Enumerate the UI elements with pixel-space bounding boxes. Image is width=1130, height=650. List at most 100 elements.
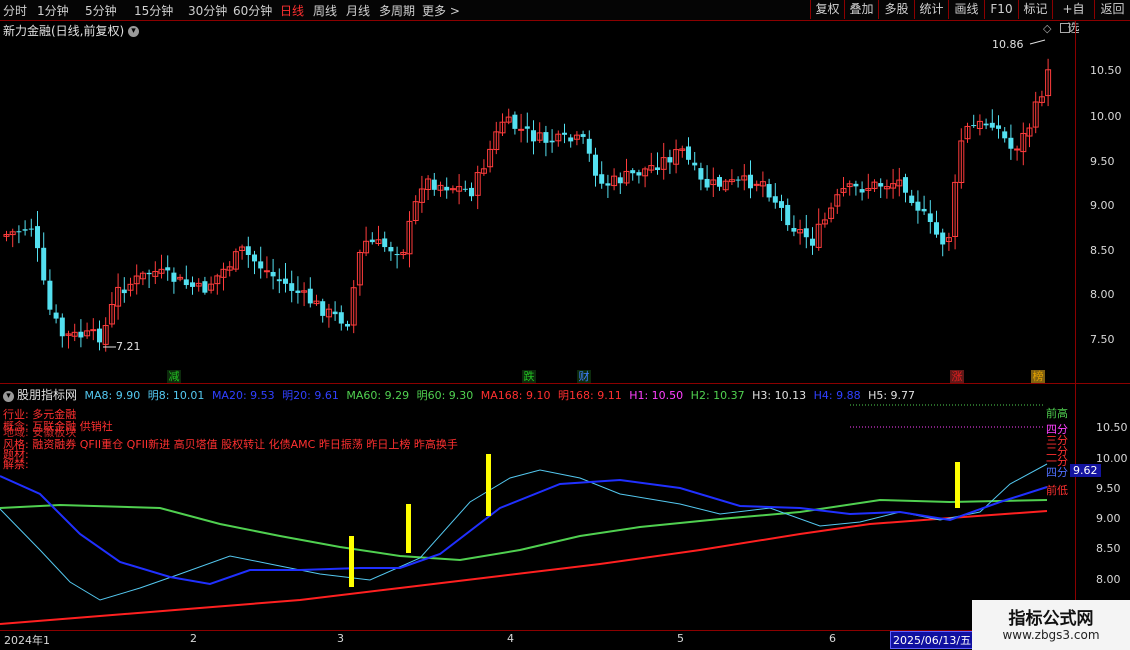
f10-button[interactable]: F10 bbox=[984, 0, 1018, 19]
candle-body bbox=[996, 125, 1001, 129]
add-watchlist-button[interactable]: +自选 bbox=[1052, 0, 1094, 35]
candle-body bbox=[971, 125, 977, 127]
candle-body bbox=[295, 290, 301, 293]
price-tick: 10.50 bbox=[1090, 64, 1122, 77]
signal-bar bbox=[349, 536, 354, 587]
candle-body bbox=[698, 168, 704, 180]
candle-body bbox=[338, 312, 344, 324]
date-label: 4 bbox=[507, 632, 514, 645]
candle-body bbox=[543, 132, 549, 143]
candle-body bbox=[859, 189, 865, 193]
candle-body bbox=[258, 261, 264, 269]
price-tick: 10.00 bbox=[1090, 110, 1122, 123]
candle-body bbox=[549, 140, 555, 143]
candle-body bbox=[41, 247, 47, 281]
period-tab-daily[interactable]: 日线 bbox=[280, 2, 304, 19]
high-pointer-line bbox=[1029, 39, 1046, 45]
date-label: 5 bbox=[677, 632, 684, 645]
period-tab-30min[interactable]: 30分钟 bbox=[188, 2, 227, 19]
multi-stock-button[interactable]: 多股 bbox=[878, 0, 914, 19]
unlock-info: 解禁: bbox=[3, 458, 29, 471]
period-tab-more[interactable]: 更多 > bbox=[422, 2, 460, 19]
candle-body bbox=[735, 179, 741, 181]
ma168-line bbox=[0, 510, 1048, 625]
candle-body bbox=[388, 247, 394, 252]
indicator-tick: 9.00 bbox=[1096, 512, 1121, 525]
candle-body bbox=[171, 272, 177, 282]
stats-button[interactable]: 统计 bbox=[914, 0, 948, 19]
candle-body bbox=[748, 174, 753, 189]
candle-body bbox=[345, 323, 350, 327]
candle-body bbox=[605, 183, 611, 186]
candle-body bbox=[983, 123, 989, 126]
candle-body bbox=[599, 174, 605, 184]
candle-body bbox=[97, 328, 102, 343]
candle-body bbox=[568, 137, 574, 142]
candle-body bbox=[779, 201, 784, 208]
marker-label: 减 bbox=[168, 370, 180, 383]
period-tab-multi[interactable]: 多周期 bbox=[379, 2, 415, 19]
label-prev-high: 前高 bbox=[1046, 407, 1068, 420]
ma60-line bbox=[0, 498, 1048, 562]
low-price-label: 7.21 bbox=[116, 340, 141, 353]
label-prev-low: 前低 bbox=[1046, 484, 1068, 497]
candle-body bbox=[332, 311, 338, 315]
indicator-tick: 8.50 bbox=[1096, 542, 1121, 555]
period-tab-timeshare[interactable]: 分时 bbox=[3, 2, 27, 19]
signal-bar bbox=[955, 462, 960, 508]
period-toolbar: 分时 1分钟 5分钟 15分钟 30分钟 60分钟 日线 周线 月线 多周期 更… bbox=[0, 0, 1130, 35]
event-marker-reduce[interactable]: 减 bbox=[167, 370, 181, 384]
draw-line-button[interactable]: 画线 bbox=[948, 0, 984, 19]
candle-body bbox=[16, 231, 22, 233]
period-tab-15min[interactable]: 15分钟 bbox=[134, 2, 173, 19]
back-button[interactable]: 返回 bbox=[1094, 0, 1130, 19]
candle-body bbox=[22, 229, 28, 231]
axis-divider bbox=[1075, 21, 1076, 631]
candles-group bbox=[3, 58, 1052, 352]
candlestick-chart bbox=[3, 39, 1052, 352]
date-label: 2 bbox=[190, 632, 197, 645]
current-value-badge: 9.62 bbox=[1070, 464, 1101, 477]
candle-body bbox=[431, 179, 437, 190]
price-tick: 8.00 bbox=[1090, 288, 1115, 301]
marker-label: 涨 bbox=[951, 370, 963, 383]
candle-body bbox=[524, 126, 530, 129]
price-tick: 9.50 bbox=[1090, 155, 1115, 168]
candle-body bbox=[772, 196, 778, 203]
candle-body bbox=[469, 187, 474, 197]
candle-body bbox=[878, 183, 884, 187]
candle-body bbox=[766, 184, 772, 198]
signal-bar bbox=[406, 504, 411, 553]
candle-body bbox=[1014, 148, 1021, 151]
overlay-button[interactable]: 叠加 bbox=[844, 0, 878, 19]
candle-body bbox=[382, 238, 388, 248]
mark-button[interactable]: 标记 bbox=[1018, 0, 1052, 19]
adjust-button[interactable]: 复权 bbox=[810, 0, 844, 19]
period-tab-5min[interactable]: 5分钟 bbox=[85, 2, 117, 19]
candle-body bbox=[394, 254, 400, 256]
candle-body bbox=[934, 222, 939, 235]
marker-label: 榜 bbox=[1032, 370, 1044, 383]
event-marker-rise[interactable]: 涨 bbox=[950, 370, 964, 384]
period-tab-weekly[interactable]: 周线 bbox=[313, 2, 337, 19]
period-tab-60min[interactable]: 60分钟 bbox=[233, 2, 272, 19]
date-label: 2024年1 bbox=[4, 634, 50, 647]
candle-body bbox=[512, 114, 518, 129]
candle-body bbox=[586, 138, 592, 154]
candle-body bbox=[667, 157, 673, 163]
indicator-tick: 8.00 bbox=[1096, 573, 1121, 586]
style-info: 风格: 融资融券 QFII重仓 QFII新进 高贝塔值 股权转让 化债AMC 昨… bbox=[3, 438, 458, 451]
period-tab-monthly[interactable]: 月线 bbox=[346, 2, 370, 19]
candle-body bbox=[263, 270, 270, 273]
candle-body bbox=[146, 272, 152, 275]
event-marker-list[interactable]: 榜 bbox=[1031, 370, 1045, 384]
candle-body bbox=[252, 254, 257, 262]
period-tab-1min[interactable]: 1分钟 bbox=[37, 2, 69, 19]
indicator-tick: 10.00 bbox=[1096, 452, 1128, 465]
candle-body bbox=[853, 183, 859, 187]
candle-body bbox=[28, 228, 34, 230]
event-marker-finance[interactable]: 财 bbox=[577, 370, 591, 384]
event-marker-fall[interactable]: 跌 bbox=[522, 370, 536, 384]
candle-body bbox=[810, 238, 815, 246]
candle-body bbox=[655, 167, 660, 171]
